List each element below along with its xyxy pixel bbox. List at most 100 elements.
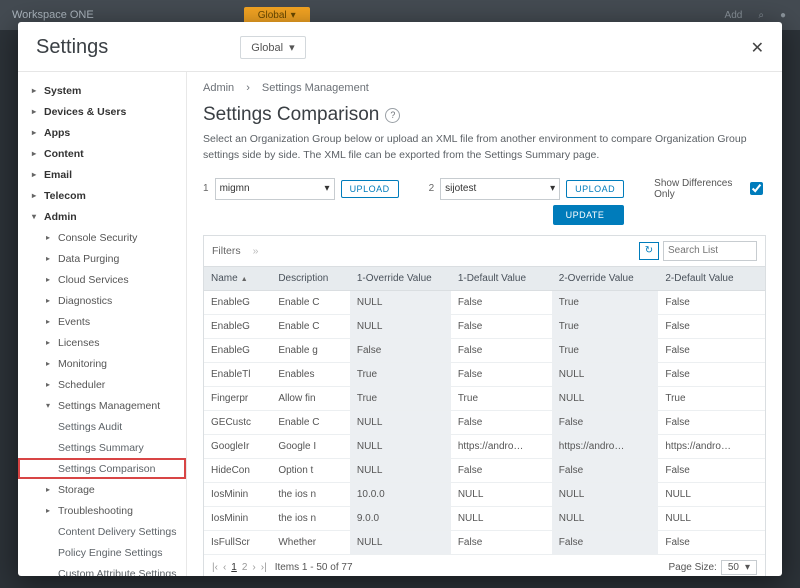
nav-policy-engine-settings[interactable]: Policy Engine Settings [18, 542, 186, 563]
table-row[interactable]: GECustcEnable CNULLFalseFalseFalse [204, 410, 765, 434]
modal-title: Settings [36, 36, 108, 59]
nav-content-delivery-settings[interactable]: Content Delivery Settings [18, 521, 186, 542]
cell: True [552, 290, 659, 314]
cell: False [451, 410, 552, 434]
nav-label: Cloud Services [58, 274, 129, 286]
bg-avatar[interactable]: ● [780, 10, 786, 21]
table-row[interactable]: EnableGEnable CNULLFalseTrueFalse [204, 290, 765, 314]
cell: False [451, 290, 552, 314]
nav-scheduler[interactable]: ▸Scheduler [18, 374, 186, 395]
nav-diagnostics[interactable]: ▸Diagnostics [18, 290, 186, 311]
table-row[interactable]: IosMininthe ios n10.0.0NULLNULLNULL [204, 482, 765, 506]
cell: NULL [658, 506, 765, 530]
col-1-override-value[interactable]: 1-Override Value [350, 267, 451, 291]
nav-monitoring[interactable]: ▸ Monitoring [18, 353, 186, 374]
nav-telecom[interactable]: ▸Telecom [18, 185, 186, 206]
cell: NULL [350, 530, 451, 554]
nav-troubleshooting[interactable]: ▸Troubleshooting [18, 500, 186, 521]
nav-apps[interactable]: ▸Apps [18, 122, 186, 143]
pager-controls[interactable]: |‹ ‹ 1 2 › ›| [212, 562, 267, 573]
nav-events[interactable]: ▸Events [18, 311, 186, 332]
table-row[interactable]: EnableGEnable gFalseFalseTrueFalse [204, 338, 765, 362]
help-icon[interactable]: ? [385, 108, 400, 123]
nav-system[interactable]: ▸System [18, 80, 186, 101]
col-2-default-value[interactable]: 2-Default Value [658, 267, 765, 291]
pager-page-2[interactable]: 2 [242, 562, 248, 573]
cell: NULL [350, 290, 451, 314]
nav-settings-comparison[interactable]: Settings Comparison [18, 458, 186, 479]
nav-content[interactable]: ▸Content [18, 143, 186, 164]
table-row[interactable]: FingerprAllow finTrueTrueNULLTrue [204, 386, 765, 410]
pager-last-icon[interactable]: ›| [261, 562, 267, 573]
cell: GECustc [204, 410, 271, 434]
pager-first-icon[interactable]: |‹ [212, 562, 218, 573]
col-1-default-value[interactable]: 1-Default Value [451, 267, 552, 291]
table-row[interactable]: IosMininthe ios n9.0.0NULLNULLNULL [204, 506, 765, 530]
cell: Allow fin [271, 386, 350, 410]
pager-page-1[interactable]: 1 [231, 562, 237, 573]
update-button[interactable]: UPDATE [553, 205, 625, 225]
nav-admin[interactable]: ▾Admin [18, 206, 186, 227]
chevron-right-icon: ▸ [32, 107, 39, 116]
nav-label: Monitoring [58, 358, 107, 370]
nav-settings-audit[interactable]: Settings Audit [18, 416, 186, 437]
nav-label: Data Purging [58, 253, 119, 265]
nav-email[interactable]: ▸Email [18, 164, 186, 185]
nav-devices-users[interactable]: ▸Devices & Users [18, 101, 186, 122]
slot1-org-select[interactable]: migmn▾ [215, 178, 335, 200]
table-row[interactable]: EnableTlEnablesTrueFalseNULLFalse [204, 362, 765, 386]
modal-scope-select[interactable]: Global▾ [240, 36, 305, 59]
slot2-upload-button[interactable]: UPLOAD [566, 180, 624, 198]
table-row[interactable]: EnableGEnable CNULLFalseTrueFalse [204, 314, 765, 338]
table-row[interactable]: GoogleIrGoogle INULLhttps://andro…https:… [204, 434, 765, 458]
col-description[interactable]: Description [271, 267, 350, 291]
bg-add-link[interactable]: Add [725, 10, 743, 21]
nav-licenses[interactable]: ▸Licenses [18, 332, 186, 353]
crumb-admin[interactable]: Admin [203, 82, 234, 94]
cell: the ios n [271, 482, 350, 506]
refresh-icon[interactable]: ↻ [639, 242, 659, 260]
cell: False [451, 338, 552, 362]
nav-cloud-services[interactable]: ▸Cloud Services [18, 269, 186, 290]
cell: Enable C [271, 410, 350, 434]
nav-data-purging[interactable]: ▸Data Purging [18, 248, 186, 269]
cell: Enable C [271, 314, 350, 338]
nav-settings-summary[interactable]: Settings Summary [18, 437, 186, 458]
filters-label[interactable]: Filters [212, 245, 241, 257]
cell: 9.0.0 [350, 506, 451, 530]
col-name[interactable]: Name▲ [204, 267, 271, 291]
cell: False [451, 362, 552, 386]
cell: True [350, 386, 451, 410]
cell: False [350, 338, 451, 362]
page-size-select[interactable]: 50▾ [721, 560, 757, 575]
bg-scope-button[interactable]: Global▾ [244, 7, 310, 24]
expand-filters-icon[interactable]: » [253, 245, 259, 257]
nav-console-security[interactable]: ▸Console Security [18, 227, 186, 248]
search-input[interactable] [663, 241, 757, 261]
table-row[interactable]: HideConOption tNULLFalseFalseFalse [204, 458, 765, 482]
chevron-down-icon: ▾ [32, 212, 39, 221]
bg-search-icon[interactable]: ⌕ [758, 10, 764, 21]
show-diff-checkbox[interactable] [750, 182, 763, 195]
page-title: Settings Comparison [203, 104, 379, 126]
chevron-right-icon: ▸ [46, 359, 53, 368]
chevron-right-icon: ▸ [46, 338, 53, 347]
nav-storage[interactable]: ▸Storage [18, 479, 186, 500]
pager-next-icon[interactable]: › [252, 562, 255, 573]
crumb-settings-management[interactable]: Settings Management [262, 82, 369, 94]
cell: NULL [552, 386, 659, 410]
slot2-org-select[interactable]: sijotest▾ [440, 178, 560, 200]
cell: Google I [271, 434, 350, 458]
slot1-number: 1 [203, 183, 209, 194]
nav-label: Settings Comparison [58, 463, 155, 475]
nav-settings-management[interactable]: ▾Settings Management [18, 395, 186, 416]
slot1-upload-button[interactable]: UPLOAD [341, 180, 399, 198]
close-icon[interactable]: ✕ [751, 38, 764, 58]
chevron-down-icon: ▾ [550, 183, 555, 194]
cell: True [350, 362, 451, 386]
nav-custom-attribute-settings[interactable]: Custom Attribute Settings [18, 563, 186, 576]
chevron-down-icon: ▾ [289, 41, 295, 54]
pager-prev-icon[interactable]: ‹ [223, 562, 226, 573]
table-row[interactable]: IsFullScrWhetherNULLFalseFalseFalse [204, 530, 765, 554]
col-2-override-value[interactable]: 2-Override Value [552, 267, 659, 291]
